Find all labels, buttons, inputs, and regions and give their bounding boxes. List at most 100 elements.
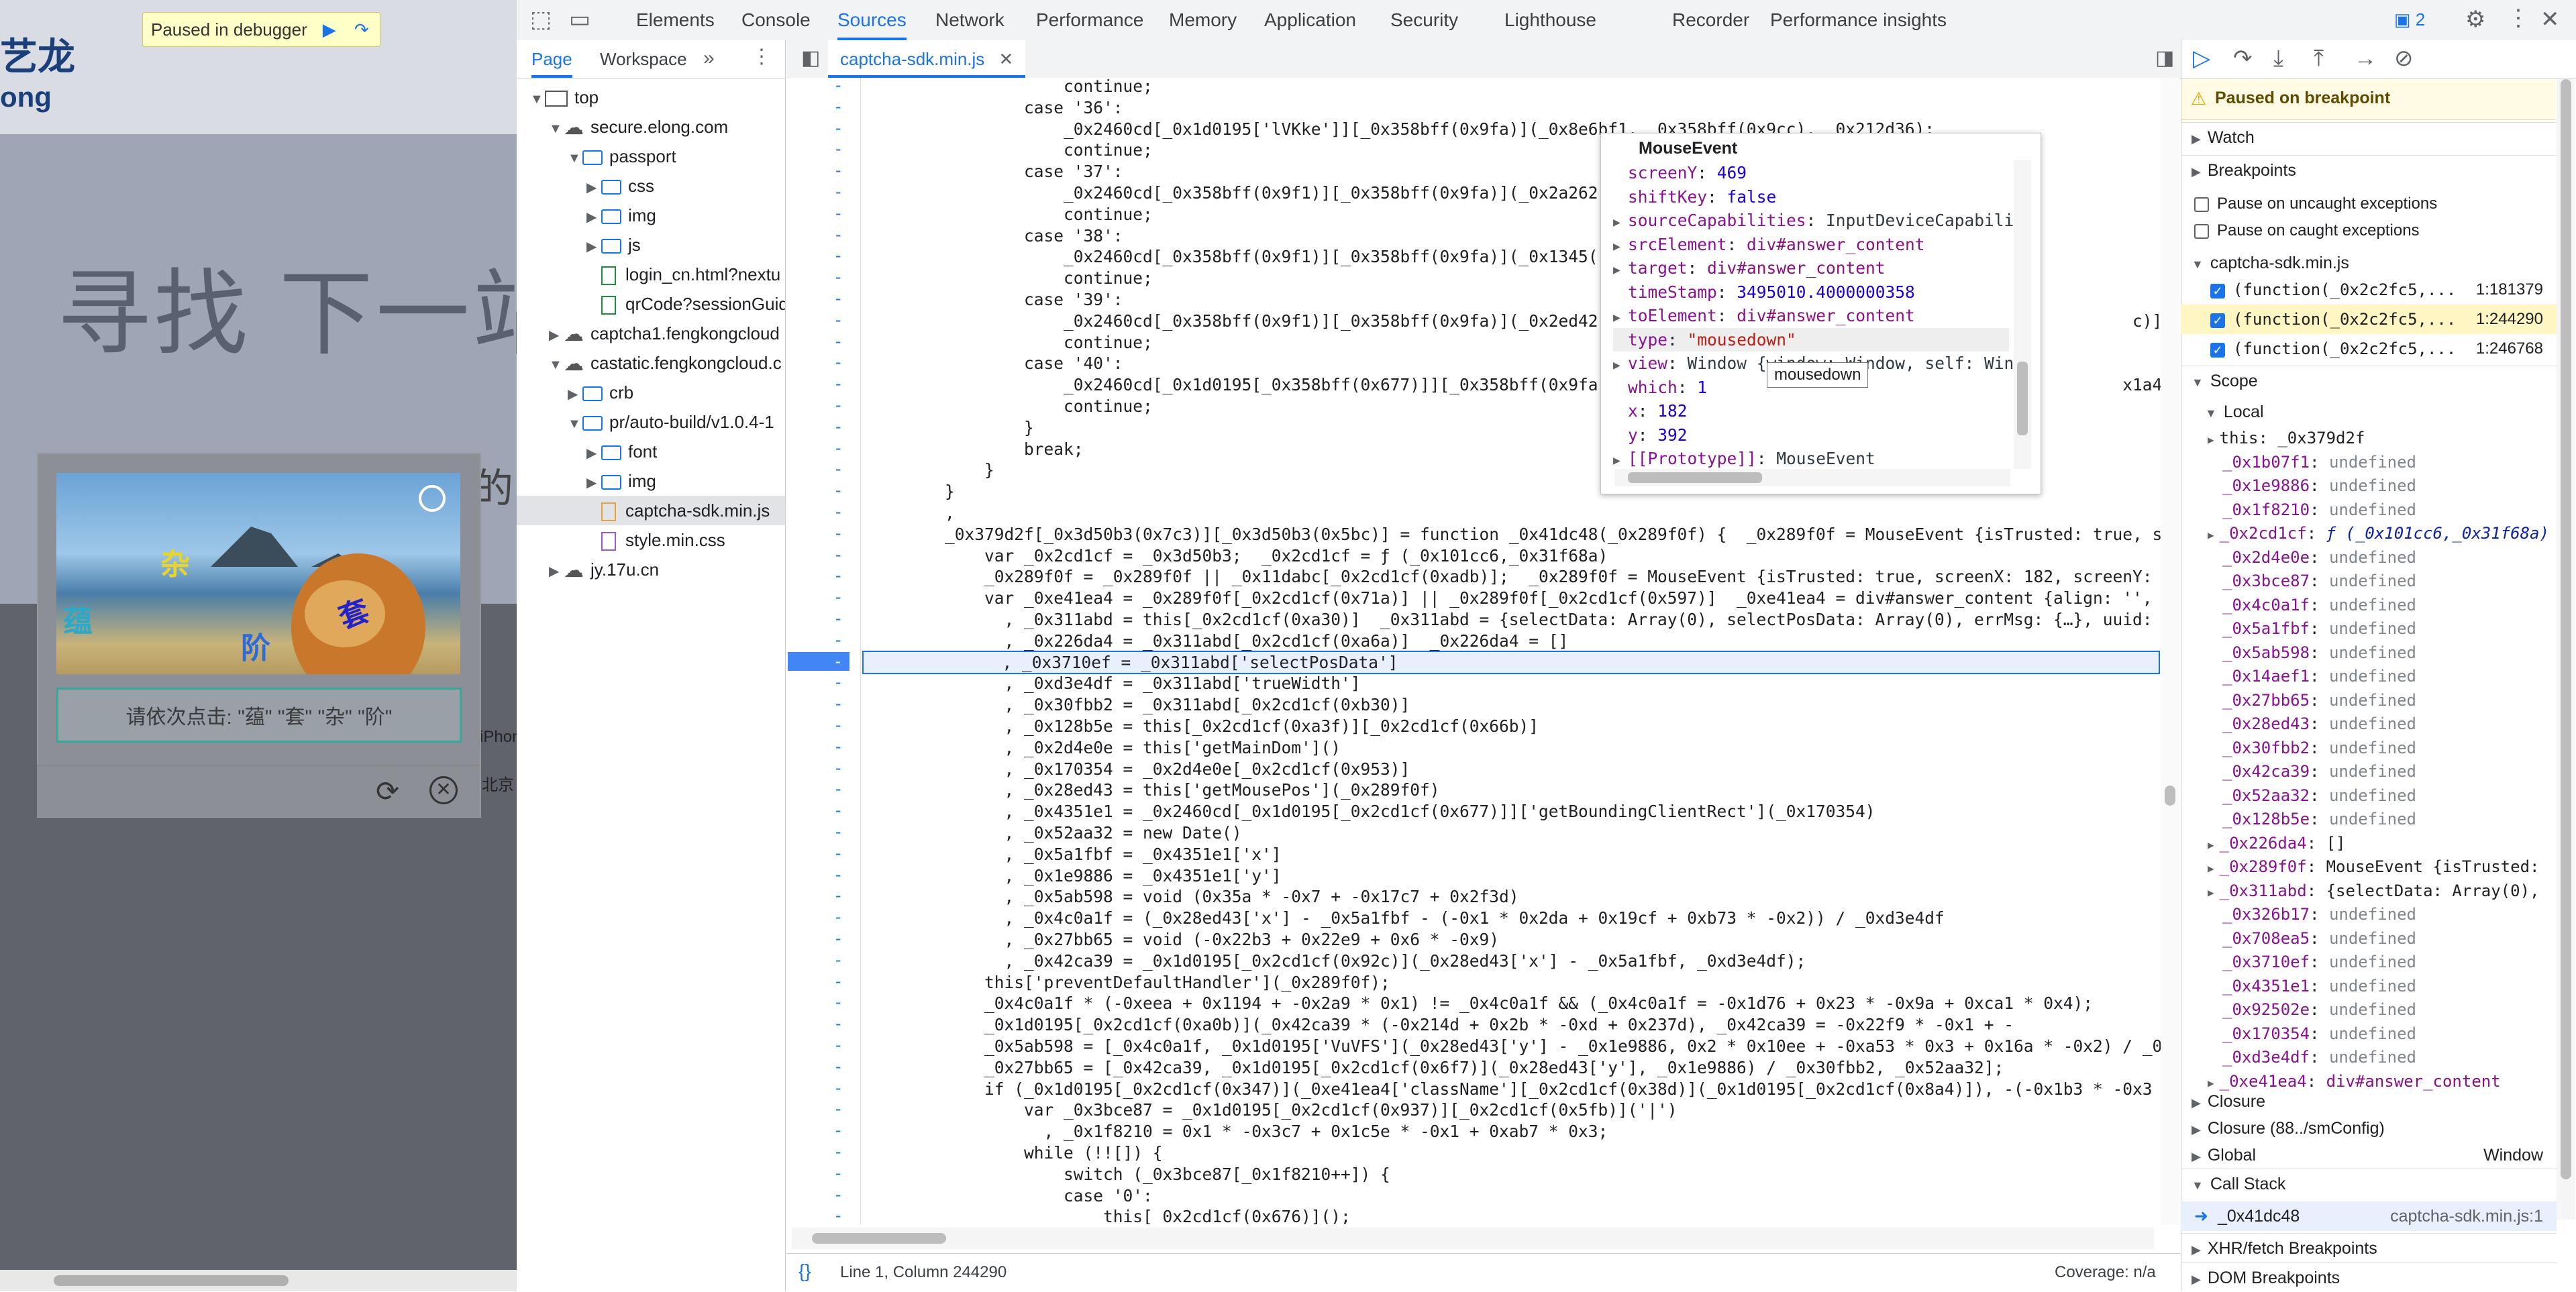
line-gutter-marker[interactable]: - — [833, 908, 847, 926]
scope-variable[interactable]: _0x326b17: undefined — [2181, 903, 2557, 927]
scope-variable[interactable]: _0x3bce87: undefined — [2181, 570, 2557, 594]
tree-item[interactable]: login_cn.html?nextu — [517, 260, 785, 289]
line-gutter-marker[interactable]: - — [833, 97, 847, 116]
line-gutter-marker[interactable]: - — [833, 353, 847, 372]
scope-variable[interactable]: ▶ _0x311abd: {selectData: Array(0), — [2181, 879, 2557, 904]
line-gutter-marker[interactable]: - — [833, 1057, 847, 1076]
line-gutter-marker[interactable]: - — [833, 865, 847, 884]
pretty-print-icon[interactable]: {} — [798, 1260, 811, 1282]
line-gutter-marker[interactable]: - — [833, 1142, 847, 1161]
popover-property-row[interactable]: timeStamp: 3495010.4000000358 — [1613, 280, 1915, 305]
local-scope[interactable]: ▼ Local — [2181, 397, 2557, 427]
tab-elements[interactable]: Elements — [636, 0, 715, 40]
expand-right-icon[interactable]: ▶ — [1613, 306, 1628, 330]
breakpoint-item[interactable]: ✓ (function(_0x2c2fc5,... 1:244290 — [2181, 305, 2557, 334]
step-into-icon[interactable]: ⤓ — [2273, 47, 2283, 70]
expand-right-icon[interactable]: ▶ — [2208, 433, 2214, 446]
scope-variable[interactable]: ▶ _0x2cd1cf: ƒ (_0x101cc6,_0x31f68a) — [2181, 522, 2557, 546]
scope-variable[interactable]: _0x1f8210: undefined — [2181, 498, 2557, 523]
expand-right-icon[interactable]: ▶ — [586, 203, 601, 230]
call-stack-frame[interactable]: ➜ _0x41dc48 captcha-sdk.min.js:1 — [2181, 1201, 2557, 1231]
captcha-char-1[interactable]: 杂 — [160, 540, 190, 583]
line-gutter-marker[interactable]: - — [833, 268, 847, 286]
global-scope[interactable]: ▶ Global Window — [2181, 1140, 2557, 1170]
tab-performance-insights[interactable]: Performance insights — [1770, 0, 1947, 40]
resume-icon[interactable]: ▷ — [2193, 47, 2210, 70]
tab-workspace[interactable]: Workspace — [600, 40, 687, 78]
breakpoints-section[interactable]: ▶ Breakpoints — [2181, 155, 2557, 184]
deactivate-breakpoints-icon[interactable]: ⊘ — [2394, 47, 2414, 70]
tab-console[interactable]: Console — [741, 0, 811, 40]
expand-down-icon[interactable]: ▼ — [549, 114, 564, 142]
line-gutter-marker[interactable]: - — [833, 1206, 847, 1224]
line-gutter-marker[interactable]: - — [833, 396, 847, 415]
closure-scope[interactable]: ▶ Closure — [2181, 1087, 2557, 1116]
popover-property-row[interactable]: shiftKey: false — [1613, 185, 1776, 209]
line-gutter-marker[interactable]: - — [833, 524, 847, 543]
tree-item[interactable]: ▶ crb — [517, 378, 785, 407]
call-stack-section[interactable]: ▼ Call Stack — [2181, 1169, 2557, 1198]
scope-variable[interactable]: _0x708ea5: undefined — [2181, 927, 2557, 951]
popover-property-row[interactable]: ▶ [[Prototype]]: MouseEvent — [1613, 447, 1875, 471]
editor-tab-captcha-sdk[interactable]: captcha-sdk.min.js ✕ — [828, 40, 1026, 78]
tab-security[interactable]: Security — [1390, 0, 1458, 40]
tab-memory[interactable]: Memory — [1169, 0, 1237, 40]
scope-section[interactable]: ▼ Scope — [2181, 366, 2557, 395]
tab-lighthouse[interactable]: Lighthouse — [1504, 0, 1596, 40]
line-gutter-marker[interactable]: - — [833, 566, 847, 585]
popover-property-row[interactable]: which: 1 — [1613, 376, 1707, 400]
more-tabs-icon[interactable]: » — [703, 48, 715, 68]
line-gutter-marker[interactable]: - — [833, 246, 847, 265]
line-gutter-marker[interactable]: - — [833, 289, 847, 308]
line-gutter-marker[interactable]: - — [833, 1185, 847, 1204]
popover-property-row[interactable]: y: 392 — [1613, 423, 1688, 447]
line-gutter-marker[interactable]: - — [833, 182, 847, 201]
scope-variable[interactable]: ▶ this: _0x379d2f — [2181, 427, 2557, 451]
scope-variable[interactable]: _0x5ab598: undefined — [2181, 641, 2557, 665]
breakpoint-file-group[interactable]: ▼ captcha-sdk.min.js — [2181, 248, 2557, 278]
expand-right-icon[interactable]: ▶ — [2208, 839, 2214, 851]
scope-variable[interactable]: ▶ _0x289f0f: MouseEvent {isTrusted: — [2181, 855, 2557, 879]
line-gutter-marker[interactable]: - — [833, 694, 847, 713]
line-gutter-marker[interactable]: - — [833, 993, 847, 1012]
line-gutter-marker[interactable]: - — [833, 1164, 847, 1183]
scope-variable[interactable]: _0x170354: undefined — [2181, 1022, 2557, 1046]
expand-right-icon[interactable]: ▶ — [586, 468, 601, 496]
more-options-icon[interactable]: ⋮ — [2507, 7, 2530, 30]
line-gutter-marker[interactable]: - — [833, 460, 847, 478]
tree-item[interactable]: ▼ passport — [517, 142, 785, 171]
line-gutter-marker[interactable]: - — [833, 737, 847, 756]
checkbox[interactable] — [2194, 223, 2209, 239]
checkbox[interactable] — [2194, 197, 2209, 212]
line-gutter-marker[interactable]: - — [833, 1014, 847, 1033]
closure-smconfig-scope[interactable]: ▶ Closure (88../smConfig) — [2181, 1114, 2557, 1143]
tree-item[interactable]: qrCode?sessionGuid — [517, 289, 785, 319]
editor-horizontal-scrollbar[interactable] — [792, 1228, 2154, 1249]
expand-right-icon[interactable]: ▶ — [2208, 529, 2214, 541]
popover-property-row[interactable]: x: 182 — [1613, 399, 1688, 423]
line-gutter-marker[interactable]: - — [833, 545, 847, 564]
line-gutter-marker[interactable]: - — [833, 822, 847, 841]
tree-item[interactable]: ▼☁ castatic.fengkongcloud.c — [517, 348, 785, 378]
expand-right-icon[interactable]: ▶ — [1613, 235, 1628, 259]
line-gutter-marker[interactable]: - — [833, 844, 847, 863]
line-gutter-marker[interactable]: - — [833, 609, 847, 628]
tree-item[interactable]: ▶ css — [517, 171, 785, 201]
captcha-char-2[interactable]: 蕴 — [63, 597, 93, 640]
breakpoint-item[interactable]: ✓ (function(_0x2c2fc5,... 1:246768 — [2181, 334, 2557, 364]
expand-down-icon[interactable]: ▼ — [568, 409, 582, 437]
pause-uncaught-checkbox[interactable]: Pause on uncaught exceptions — [2181, 189, 2557, 219]
scope-variable[interactable]: _0x14aef1: undefined — [2181, 665, 2557, 689]
tree-item[interactable]: ▶ js — [517, 230, 785, 260]
device-toolbar-icon[interactable]: ▭ — [569, 8, 590, 31]
xhr-breakpoints-section[interactable]: ▶ XHR/fetch Breakpoints — [2181, 1233, 2557, 1262]
expand-right-icon[interactable]: ▶ — [586, 232, 601, 260]
dom-breakpoints-section[interactable]: ▶ DOM Breakpoints — [2181, 1262, 2557, 1292]
line-gutter-marker[interactable]: - — [833, 1079, 847, 1097]
tree-item[interactable]: ▼ pr/auto-build/v1.0.4-1 — [517, 407, 785, 437]
line-gutter-marker[interactable]: - — [833, 1036, 847, 1055]
tab-application[interactable]: Application — [1264, 0, 1356, 40]
close-tab-icon[interactable]: ✕ — [999, 49, 1014, 69]
line-gutter-marker[interactable]: - — [833, 951, 847, 969]
resume-icon[interactable]: ▶ — [319, 19, 340, 40]
